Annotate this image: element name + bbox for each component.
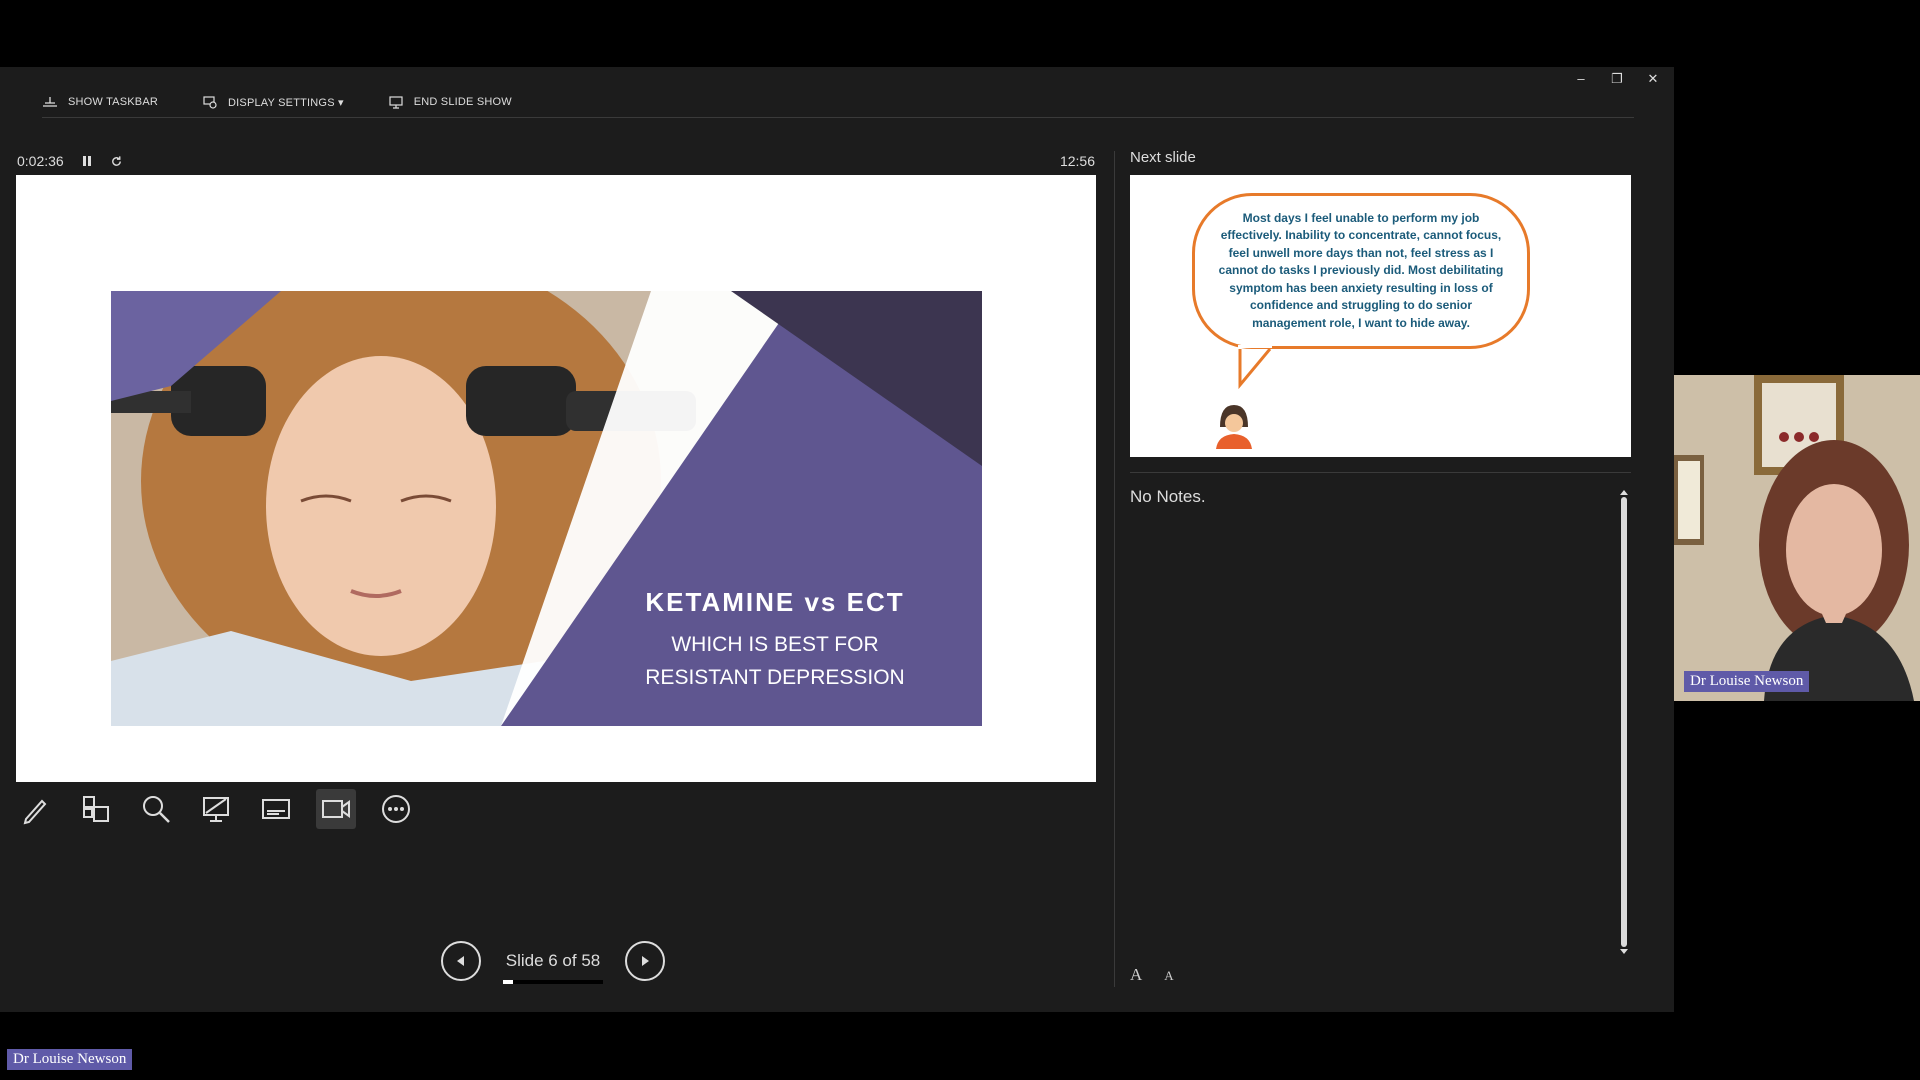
slide-subtitle-line1: WHICH IS BEST FOR (671, 633, 879, 656)
slide-subtitle-line2: RESISTANT DEPRESSION (645, 666, 905, 689)
current-slide[interactable]: KETAMINE vs ECT WHICH IS BEST FOR RESIST… (16, 175, 1096, 782)
scroll-up-icon[interactable] (1617, 487, 1631, 497)
close-button[interactable]: ✕ (1646, 71, 1660, 87)
display-settings-label: DISPLAY SETTINGS ▾ (228, 96, 344, 109)
previous-slide-button[interactable] (441, 941, 481, 981)
window-controls: – ❐ ✕ (1574, 71, 1660, 87)
footer-name-tag: Dr Louise Newson (7, 1049, 133, 1070)
taskbar-icon (43, 97, 57, 107)
speaker-notes[interactable]: No Notes. (1130, 487, 1206, 507)
camera-toggle-button[interactable] (316, 789, 356, 829)
presenter-toolbar: SHOW TASKBAR DISPLAY SETTINGS ▾ END SLID… (42, 87, 512, 117)
next-slide-label: Next slide (1130, 149, 1196, 166)
camera-icon (322, 800, 350, 818)
webcam-feed: Dr Louise Newson (1674, 375, 1920, 701)
timer-row: 0:02:36 12:56 (17, 149, 1095, 173)
presenter-view: SHOW TASKBAR DISPLAY SETTINGS ▾ END SLID… (0, 67, 1674, 1012)
next-arrow-icon (642, 956, 649, 966)
slide-title: KETAMINE vs ECT (645, 587, 905, 617)
speech-bubble: Most days I feel unable to perform my jo… (1192, 193, 1530, 349)
panel-divider (1114, 151, 1115, 987)
elapsed-timer: 0:02:36 (17, 153, 64, 169)
toolbar-divider (42, 117, 1634, 118)
previous-arrow-icon (457, 956, 464, 966)
end-show-icon (389, 96, 403, 109)
notes-font-controls: A A (1130, 965, 1174, 985)
webcam-video (1674, 375, 1920, 701)
scrollbar-thumb[interactable] (1621, 497, 1627, 947)
next-slide-preview[interactable]: Most days I feel unable to perform my jo… (1130, 175, 1631, 457)
webcam-name-tag: Dr Louise Newson (1684, 671, 1810, 692)
see-all-slides-icon (83, 796, 109, 822)
more-options-icon (382, 795, 410, 823)
slide-navigation: Slide 6 of 58 (441, 941, 665, 984)
pause-timer-button[interactable] (80, 154, 94, 168)
restore-button[interactable]: ❐ (1610, 71, 1624, 87)
pen-icon (23, 799, 47, 825)
display-settings-icon (203, 96, 217, 109)
notes-divider (1130, 472, 1631, 473)
see-all-slides-button[interactable] (76, 789, 116, 829)
scroll-down-icon[interactable] (1617, 947, 1631, 957)
pen-tool-button[interactable] (16, 789, 56, 829)
black-screen-button[interactable] (196, 789, 236, 829)
slide-tools (16, 789, 416, 829)
zoom-button[interactable] (136, 789, 176, 829)
woman-avatar-icon (1216, 405, 1252, 449)
show-taskbar-label: SHOW TASKBAR (68, 96, 159, 108)
end-slide-show-label: END SLIDE SHOW (413, 96, 512, 108)
slide-counter-label: Slide 6 of 58 (505, 951, 601, 970)
reset-timer-button[interactable] (110, 154, 124, 168)
slide-image: KETAMINE vs ECT WHICH IS BEST FOR RESIST… (111, 291, 982, 726)
show-taskbar-button[interactable]: SHOW TASKBAR (42, 94, 158, 110)
slide-title-block: KETAMINE vs ECT WHICH IS BEST FOR RESIST… (610, 587, 940, 694)
display-settings-button[interactable]: DISPLAY SETTINGS ▾ (202, 94, 344, 110)
pause-icon (82, 156, 91, 166)
subtitles-button[interactable] (256, 789, 296, 829)
decrease-font-button[interactable]: A (1164, 968, 1173, 985)
more-options-button[interactable] (376, 789, 416, 829)
end-slide-show-button[interactable]: END SLIDE SHOW (388, 94, 512, 110)
slide-counter[interactable]: Slide 6 of 58 (503, 951, 603, 984)
current-time: 12:56 (1059, 153, 1095, 169)
reset-icon (112, 155, 122, 166)
pointer-screen-icon (203, 797, 229, 822)
next-slide-button[interactable] (625, 941, 665, 981)
zoom-icon (143, 796, 170, 823)
notes-scrollbar[interactable] (1617, 487, 1631, 957)
minimize-button[interactable]: – (1574, 71, 1588, 87)
slide-progress-fill (503, 980, 514, 984)
next-slide-quote: Most days I feel unable to perform my jo… (1218, 210, 1504, 330)
slide-progress-bar (503, 980, 603, 984)
increase-font-button[interactable]: A (1130, 965, 1142, 985)
subtitles-icon (262, 799, 290, 819)
